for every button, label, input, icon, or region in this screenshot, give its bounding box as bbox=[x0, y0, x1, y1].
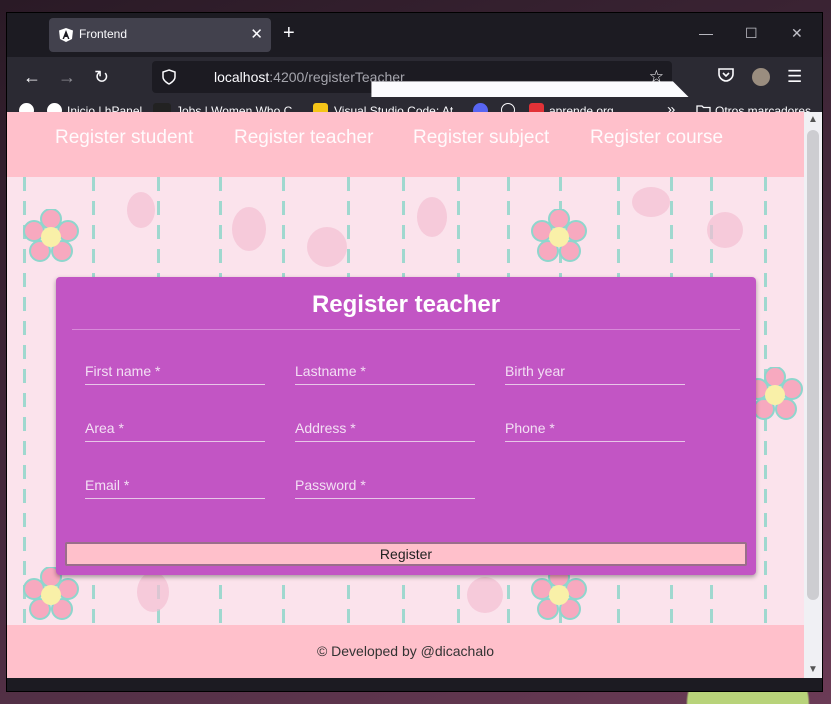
area-input[interactable] bbox=[85, 417, 265, 439]
area-field bbox=[85, 417, 265, 442]
shield-icon bbox=[162, 69, 176, 85]
nav-register-teacher[interactable]: Register teacher bbox=[234, 127, 373, 149]
password-field bbox=[295, 474, 475, 499]
minimize-button[interactable]: — bbox=[699, 25, 713, 41]
phone-input[interactable] bbox=[505, 417, 685, 439]
nav-register-course[interactable]: Register course bbox=[590, 127, 723, 149]
web-page: Register student Register teacher Regist… bbox=[7, 112, 804, 678]
scroll-up-icon[interactable]: ▲ bbox=[808, 114, 818, 125]
angular-icon bbox=[59, 28, 73, 42]
menu-icon[interactable]: ☰ bbox=[787, 67, 802, 87]
reload-button[interactable]: ↻ bbox=[94, 67, 109, 87]
footer-text: © Developed by @dicachalo bbox=[316, 643, 495, 659]
scrollbar-thumb[interactable] bbox=[807, 130, 819, 600]
lastname-field bbox=[295, 360, 475, 385]
account-avatar[interactable] bbox=[752, 68, 770, 86]
nav-register-student[interactable]: Register student bbox=[55, 127, 193, 149]
register-teacher-card: Register teacher Register bbox=[56, 277, 756, 575]
birth-year-input[interactable] bbox=[505, 360, 685, 382]
password-input[interactable] bbox=[295, 474, 475, 496]
tab-close-icon[interactable]: ✕ bbox=[250, 25, 263, 43]
page-footer: © Developed by @dicachalo bbox=[7, 625, 804, 678]
tab-bar: Frontend ✕ + — ☐ ✕ bbox=[7, 13, 822, 57]
pocket-icon[interactable] bbox=[717, 67, 735, 83]
address-field bbox=[295, 417, 475, 442]
email-field bbox=[85, 474, 265, 499]
flower-decoration bbox=[531, 567, 587, 620]
url-host: localhost bbox=[214, 69, 270, 85]
title-divider bbox=[72, 329, 740, 330]
tab-title: Frontend bbox=[79, 27, 128, 41]
tab-frontend[interactable]: Frontend ✕ bbox=[49, 18, 271, 52]
form-title: Register teacher bbox=[311, 291, 501, 318]
star-icon[interactable]: ☆ bbox=[649, 67, 664, 87]
flower-decoration bbox=[23, 209, 79, 262]
flower-decoration bbox=[531, 209, 587, 262]
first-name-field bbox=[85, 360, 265, 385]
close-window-button[interactable]: ✕ bbox=[791, 25, 803, 41]
back-button[interactable]: ← bbox=[23, 67, 41, 87]
url-text: localhost:4200/registerTeacher bbox=[214, 69, 405, 85]
nav-register-subject[interactable]: Register subject bbox=[413, 127, 549, 149]
maximize-button[interactable]: ☐ bbox=[745, 25, 758, 41]
scroll-down-icon[interactable]: ▼ bbox=[808, 664, 818, 675]
register-button[interactable]: Register bbox=[65, 542, 747, 566]
address-bar[interactable]: localhost:4200/registerTeacher ☆ bbox=[152, 61, 802, 625]
flower-decoration bbox=[23, 567, 79, 620]
phone-field bbox=[505, 417, 685, 442]
url-path: :4200/registerTeacher bbox=[269, 69, 405, 85]
lastname-input[interactable] bbox=[295, 360, 475, 382]
navigation-toolbar: ← → ↻ localhost:4200/registerTeacher ☆ bbox=[7, 57, 822, 625]
address-input[interactable] bbox=[295, 417, 475, 439]
birth-year-field bbox=[505, 360, 685, 385]
first-name-input[interactable] bbox=[85, 360, 265, 382]
page-scrollbar[interactable]: ▲ ▼ bbox=[804, 112, 822, 678]
new-tab-button[interactable]: + bbox=[283, 23, 295, 43]
email-input[interactable] bbox=[85, 474, 265, 496]
app-navbar: Register student Register teacher Regist… bbox=[7, 112, 804, 177]
forward-button[interactable]: → bbox=[58, 67, 76, 87]
